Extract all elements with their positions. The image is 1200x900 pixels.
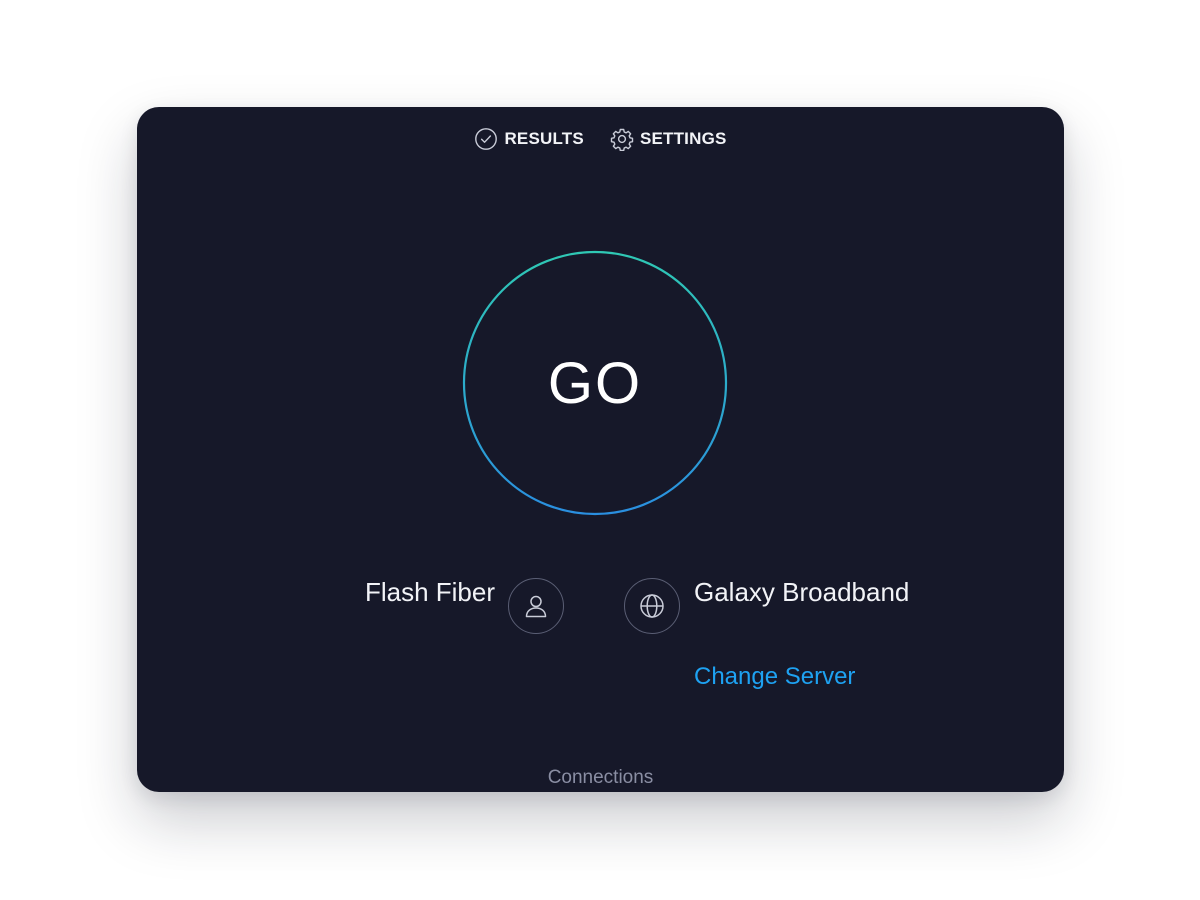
isp-icon-badge bbox=[508, 578, 564, 634]
top-nav: RESULTS SETTINGS bbox=[137, 127, 1064, 151]
connections-label[interactable]: Connections bbox=[137, 767, 1064, 789]
results-nav-item[interactable]: RESULTS bbox=[474, 127, 584, 151]
person-icon bbox=[525, 595, 547, 618]
gear-icon bbox=[610, 128, 634, 151]
change-server-link[interactable]: Change Server bbox=[694, 663, 855, 691]
go-label: GO bbox=[547, 350, 643, 416]
speedtest-panel: RESULTS SETTINGS GO Flash Fiber Galaxy B… bbox=[137, 107, 1064, 792]
settings-label: SETTINGS bbox=[639, 129, 727, 148]
server-name: Galaxy Broadband bbox=[694, 577, 910, 607]
server-icon-badge bbox=[624, 578, 680, 634]
results-label: RESULTS bbox=[504, 129, 584, 148]
check-circle-icon bbox=[475, 128, 498, 150]
go-button[interactable]: GO bbox=[462, 250, 728, 516]
settings-nav-item[interactable]: SETTINGS bbox=[610, 127, 727, 151]
isp-name: Flash Fiber bbox=[364, 577, 495, 607]
globe-icon bbox=[640, 594, 664, 618]
